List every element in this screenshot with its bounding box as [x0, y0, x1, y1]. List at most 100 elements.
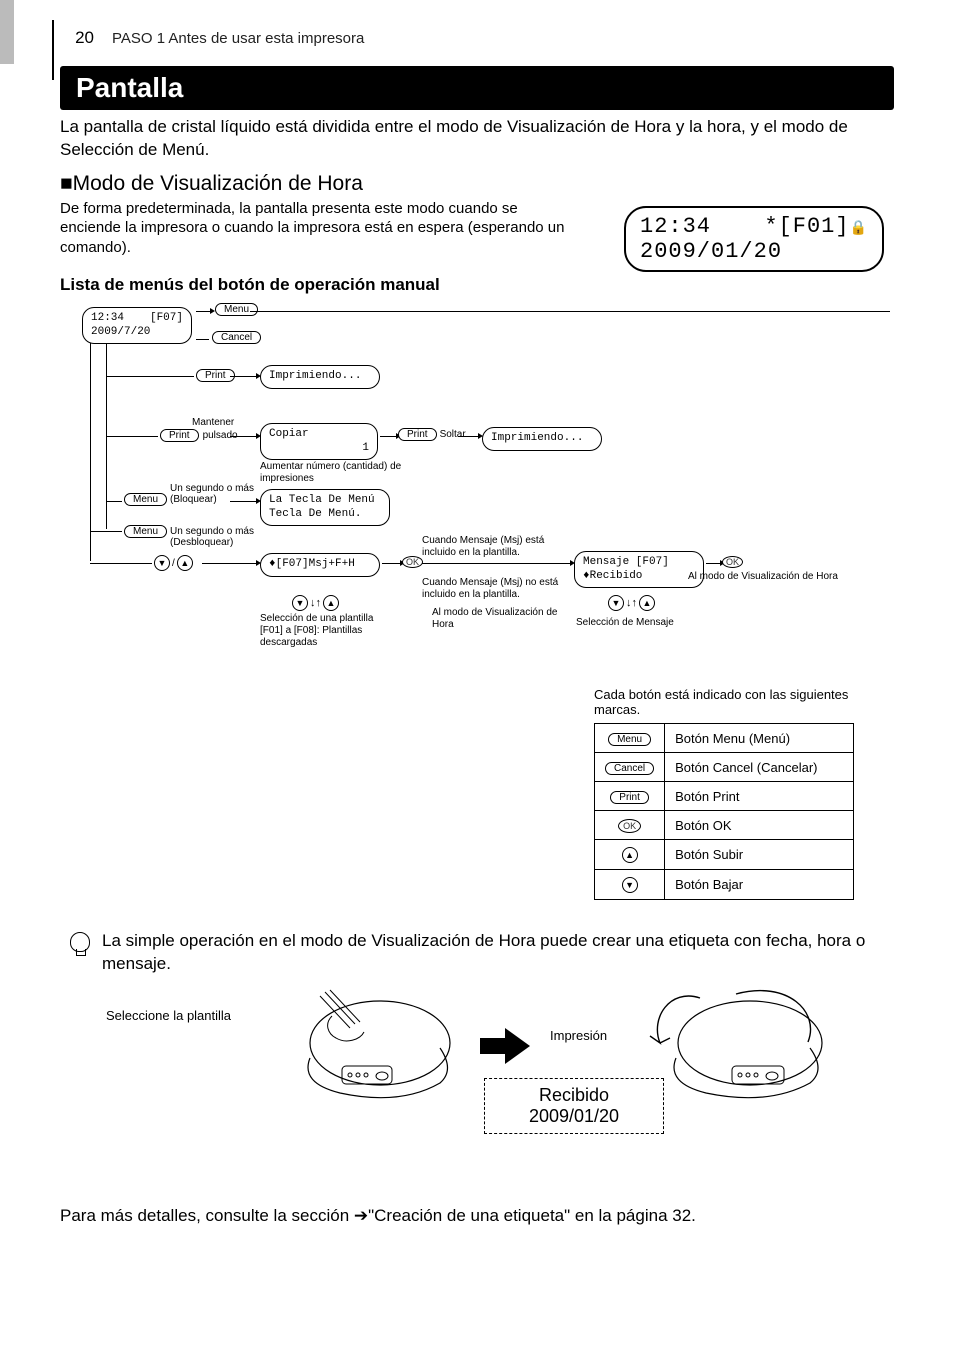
flow-conn	[230, 376, 256, 377]
flow-printing2: Imprimiendo...	[482, 427, 602, 450]
lcd-display: 12:34 *[F01]🔒 2009/01/20	[624, 206, 884, 272]
flow-msg-notincl: Cuando Mensaje (Msj) no está incluido en…	[422, 577, 582, 601]
up-arrow-icon: ▲	[622, 847, 638, 863]
down-arrow-icon: ▼	[154, 555, 170, 571]
ok-button-icon: OK	[618, 819, 641, 833]
flow-copy-l1: Copiar	[269, 428, 369, 441]
menu-button-icon: Menu	[608, 733, 651, 746]
flow-start-date: 2009/7/20	[91, 326, 183, 339]
flow-template-box: ♦[F07]Msj+F+H	[260, 553, 380, 576]
footer-prefix: Para más detalles, consulte la sección	[60, 1206, 354, 1225]
legend-desc: Botón Subir	[665, 840, 854, 870]
printer-illustration-right	[640, 988, 840, 1108]
flow-conn	[230, 501, 256, 502]
footer-text: Para más detalles, consulte la sección ➔…	[60, 1206, 894, 1226]
flow-copy-box: Copiar 1	[260, 423, 378, 459]
table-row: Print Botón Print	[595, 782, 854, 811]
lightbulb-icon	[70, 932, 90, 952]
table-row: Cancel Botón Cancel (Cancelar)	[595, 753, 854, 782]
down-arrow-icon: ▼	[622, 877, 638, 893]
sample-label-l2: 2009/01/20	[503, 1106, 645, 1127]
legend-desc: Botón Bajar	[665, 870, 854, 900]
page-header: 20 PASO 1 Antes de usar esta impresora	[60, 28, 894, 48]
menu-list-title: Lista de menús del botón de operación ma…	[60, 275, 894, 295]
flow-print-soltar: Print Soltar	[398, 428, 466, 441]
illustration-row: Seleccione la plantilla Impresión	[100, 988, 894, 1188]
flow-conn	[380, 436, 396, 437]
flow-conn	[90, 531, 122, 532]
table-row: OK Botón OK	[595, 811, 854, 840]
flow-start-tpl: [F07]	[150, 312, 183, 325]
legend-desc: Botón OK	[665, 811, 854, 840]
intro-paragraph: La pantalla de cristal líquido está divi…	[60, 116, 894, 162]
button-legend-table: Menu Botón Menu (Menú) Cancel Botón Canc…	[594, 723, 854, 900]
flow-conn	[196, 339, 209, 340]
flow-start-time: 12:34	[91, 312, 124, 325]
flow-menukey-box: La Tecla De Menú Tecla De Menú.	[260, 489, 390, 525]
table-row: Menu Botón Menu (Menú)	[595, 724, 854, 753]
illus-select-template: Seleccione la plantilla	[106, 1008, 231, 1023]
legend-desc: Botón Cancel (Cancelar)	[665, 753, 854, 782]
flow-print-btn: Print	[196, 369, 235, 382]
up-arrow-icon: ▲	[639, 595, 655, 611]
flow-ok1: OK	[402, 556, 423, 568]
header-rule	[52, 20, 54, 80]
subheading: ■Modo de Visualización de Hora	[60, 172, 894, 197]
illus-impresion: Impresión	[550, 1028, 607, 1043]
flow-unlock-bottom: (Desbloquear)	[170, 537, 233, 549]
subheading-paragraph: De forma predeterminada, la pantalla pre…	[60, 199, 580, 258]
lcd-template: *[F01]	[764, 214, 849, 239]
legend-desc: Botón Print	[665, 782, 854, 811]
flow-conn	[106, 501, 122, 502]
flow-conn	[382, 563, 400, 564]
legend-desc: Botón Menu (Menú)	[665, 724, 854, 753]
flow-increase-label: Aumentar número (cantidad) de impresione…	[260, 461, 410, 485]
table-row: ▲ Botón Subir	[595, 840, 854, 870]
up-arrow-icon: ▲	[323, 595, 339, 611]
flow-conn	[230, 436, 256, 437]
flow-menukey-l2: Tecla De Menú.	[269, 508, 381, 521]
flow-conn	[90, 343, 91, 561]
cancel-button-icon: Cancel	[605, 762, 654, 775]
flow-conn	[250, 311, 890, 312]
flow-cancel-btn: Cancel	[212, 331, 261, 344]
printer-illustration-left	[280, 988, 460, 1108]
print-button-icon: Print	[610, 791, 649, 804]
footer-ref: ➔"Creación de una etiqueta" en la página…	[354, 1206, 696, 1225]
flow-arrow-btns3: ▼ ↓↑ ▲	[608, 595, 655, 611]
table-row: ▼ Botón Bajar	[595, 870, 854, 900]
sample-label-l1: Recibido	[503, 1085, 645, 1106]
section-title: Pantalla	[60, 66, 894, 110]
flow-menu-btn: Menu	[215, 303, 258, 316]
flow-conn	[90, 563, 152, 564]
flow-conn	[106, 376, 194, 377]
up-arrow-icon: ▲	[177, 555, 193, 571]
flow-arrow-btns2: ▼ ↓↑ ▲	[292, 595, 339, 611]
down-arrow-icon: ▼	[292, 595, 308, 611]
breadcrumb: PASO 1 Antes de usar esta impresora	[112, 30, 364, 47]
flow-conn	[196, 311, 210, 312]
lcd-time: 12:34	[640, 214, 711, 239]
subheading-text: Modo de Visualización de Hora	[73, 172, 363, 195]
flow-msg-incl: Cuando Mensaje (Msj) está incluido en la…	[422, 535, 572, 559]
flow-conn	[202, 563, 256, 564]
bullet-square-icon: ■	[60, 174, 73, 197]
tip-text: La simple operación en el modo de Visual…	[102, 930, 894, 976]
lcd-date: 2009/01/20	[640, 239, 868, 264]
flow-conn	[422, 563, 570, 564]
flow-ok2: OK	[722, 556, 743, 568]
flow-arrow-btns: ▼/▲	[154, 555, 193, 571]
flow-template-note: Selección de una plantilla [F01] a [F08]…	[260, 613, 410, 649]
right-arrow-icon	[480, 1028, 530, 1064]
flow-menukey-l1: La Tecla De Menú	[269, 494, 381, 507]
flow-conn	[458, 436, 478, 437]
flow-start-screen: 12:34 [F07] 2009/7/20	[82, 307, 192, 343]
flow-printing: Imprimiendo...	[260, 365, 380, 388]
flow-print-hold: Print pulsado	[160, 429, 238, 442]
flow-menu-lock: Menu (Bloquear)	[124, 493, 217, 506]
flow-hold-label: Mantener	[192, 417, 234, 429]
flow-conn	[706, 563, 720, 564]
sample-label-box: Recibido 2009/01/20	[484, 1078, 664, 1134]
flowchart: 12:34 [F07] 2009/7/20 Menu Cancel Print …	[60, 303, 894, 663]
down-arrow-icon: ▼	[608, 595, 624, 611]
